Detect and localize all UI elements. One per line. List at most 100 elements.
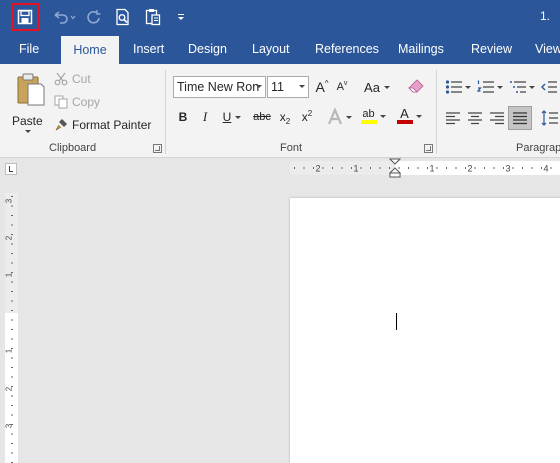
change-case-label: Aa [364, 79, 380, 95]
ruler-tick [11, 300, 13, 302]
cut-button[interactable]: Cut [54, 70, 91, 88]
ruler-label: 3 [505, 164, 510, 174]
text-effects-button[interactable] [326, 107, 352, 127]
copy-button[interactable]: Copy [54, 93, 100, 111]
clear-formatting-button[interactable] [406, 77, 426, 97]
eraser-icon [408, 79, 424, 93]
font-name-combo[interactable]: Time New Ron [173, 76, 266, 98]
ruler-tick [11, 262, 13, 264]
ruler-tick [550, 167, 552, 169]
ruler-label: 2 [315, 164, 320, 174]
multilevel-list-icon [510, 81, 526, 93]
ruler-tick [11, 319, 13, 321]
ruler-label: 2 [5, 235, 14, 240]
undo-icon [54, 11, 76, 24]
ruler-tick [11, 443, 13, 444]
bullets-dropdown-icon [465, 85, 471, 89]
document-page[interactable] [290, 198, 560, 463]
align-right-button[interactable] [487, 108, 507, 128]
tab-layout[interactable]: Layout [242, 34, 300, 64]
ruler-label: 2 [5, 386, 14, 391]
align-center-button[interactable] [465, 108, 485, 128]
redo-icon [87, 10, 101, 24]
numbering-button[interactable] [476, 77, 504, 97]
vertical-ruler-ticks: 3 2 1 1 2 3 [5, 196, 14, 463]
ruler-tick [294, 167, 295, 169]
ruler-tick [11, 357, 13, 359]
highlight-button[interactable]: ab [358, 106, 388, 126]
multilevel-list-dropdown-icon [529, 85, 535, 89]
print-preview-icon [116, 8, 129, 26]
font-name-value: Time New Ron [177, 80, 260, 94]
paste-special-button[interactable] [142, 3, 164, 31]
tab-file[interactable]: File [9, 34, 49, 64]
ruler-tick [11, 405, 13, 406]
highlight-dropdown-icon [379, 114, 386, 118]
clipboard-group-label: Clipboard [49, 142, 97, 154]
customize-quick-access-button[interactable] [172, 3, 190, 31]
bullets-button[interactable] [444, 77, 472, 97]
ruler-tick [474, 167, 476, 169]
paste-label: Paste [12, 114, 43, 128]
tab-selector-icon[interactable] [5, 163, 17, 175]
subscript-button[interactable]: x2 [276, 107, 294, 127]
ruler-label: 1 [5, 348, 14, 353]
bold-button[interactable]: B [175, 107, 191, 127]
justify-button[interactable] [508, 106, 532, 130]
format-painter-button[interactable]: Format Painter [54, 116, 151, 134]
ruler-tick [11, 291, 13, 292]
ruler-tick [465, 167, 466, 169]
shrink-font-icon: A [336, 81, 344, 93]
tab-references[interactable]: References [305, 34, 389, 64]
font-color-button[interactable]: A [394, 106, 424, 126]
line-spacing-button[interactable] [540, 108, 560, 128]
strikethrough-button[interactable]: abc [252, 107, 272, 127]
indent-marker-icon[interactable] [389, 158, 401, 178]
grow-font-button[interactable]: A ^ [313, 77, 331, 97]
ruler-tick [484, 167, 485, 169]
font-size-combo[interactable]: 11 [267, 76, 309, 98]
ruler-tick [341, 167, 343, 169]
ruler-tick [11, 329, 13, 330]
italic-button[interactable]: I [197, 107, 213, 127]
font-size-dropdown-icon [299, 85, 305, 88]
ruler-tick [11, 215, 13, 216]
tab-design[interactable]: Design [178, 34, 237, 64]
ruler-label: 3 [5, 198, 14, 203]
superscript-button[interactable]: x2 [298, 107, 316, 127]
decrease-indent-button[interactable] [540, 77, 558, 97]
ruler-tick [427, 167, 428, 169]
multilevel-list-button[interactable] [508, 77, 536, 97]
align-right-icon [490, 112, 504, 125]
ruler-tick [11, 414, 13, 416]
tab-mailings[interactable]: Mailings [388, 34, 454, 64]
clipboard-launcher-icon[interactable] [153, 144, 162, 153]
paste-icon [145, 9, 161, 26]
paragraph-group-label: Paragrap [516, 142, 560, 154]
tab-view[interactable]: View [525, 34, 560, 64]
undo-button[interactable] [50, 3, 80, 31]
redo-button[interactable] [84, 3, 104, 31]
paste-button[interactable]: Paste [10, 70, 50, 134]
print-preview-button[interactable] [112, 3, 134, 31]
tab-review[interactable]: Review [461, 34, 522, 64]
ruler-tick [11, 433, 13, 435]
save-icon [17, 9, 33, 25]
change-case-button[interactable]: Aa [362, 77, 392, 97]
font-launcher-icon[interactable] [424, 144, 433, 153]
underline-dropdown-icon [235, 115, 242, 119]
shrink-font-button[interactable]: Av [333, 77, 351, 97]
align-left-button[interactable] [443, 108, 463, 128]
ruler-label: 1 [353, 164, 358, 174]
underline-button[interactable]: U [219, 107, 245, 127]
paste-dropdown-icon [25, 130, 31, 133]
tab-home[interactable]: Home [61, 36, 119, 64]
bullets-icon [445, 80, 462, 94]
subscript-mark: 2 [285, 116, 291, 126]
tab-insert[interactable]: Insert [123, 34, 174, 64]
superscript-mark: 2 [307, 108, 313, 118]
ruler-tick [332, 167, 333, 169]
ruler-tick [436, 167, 438, 169]
save-button[interactable] [11, 3, 39, 31]
ribbon: Paste Cut Copy Format Painter Clipboard … [0, 64, 560, 158]
